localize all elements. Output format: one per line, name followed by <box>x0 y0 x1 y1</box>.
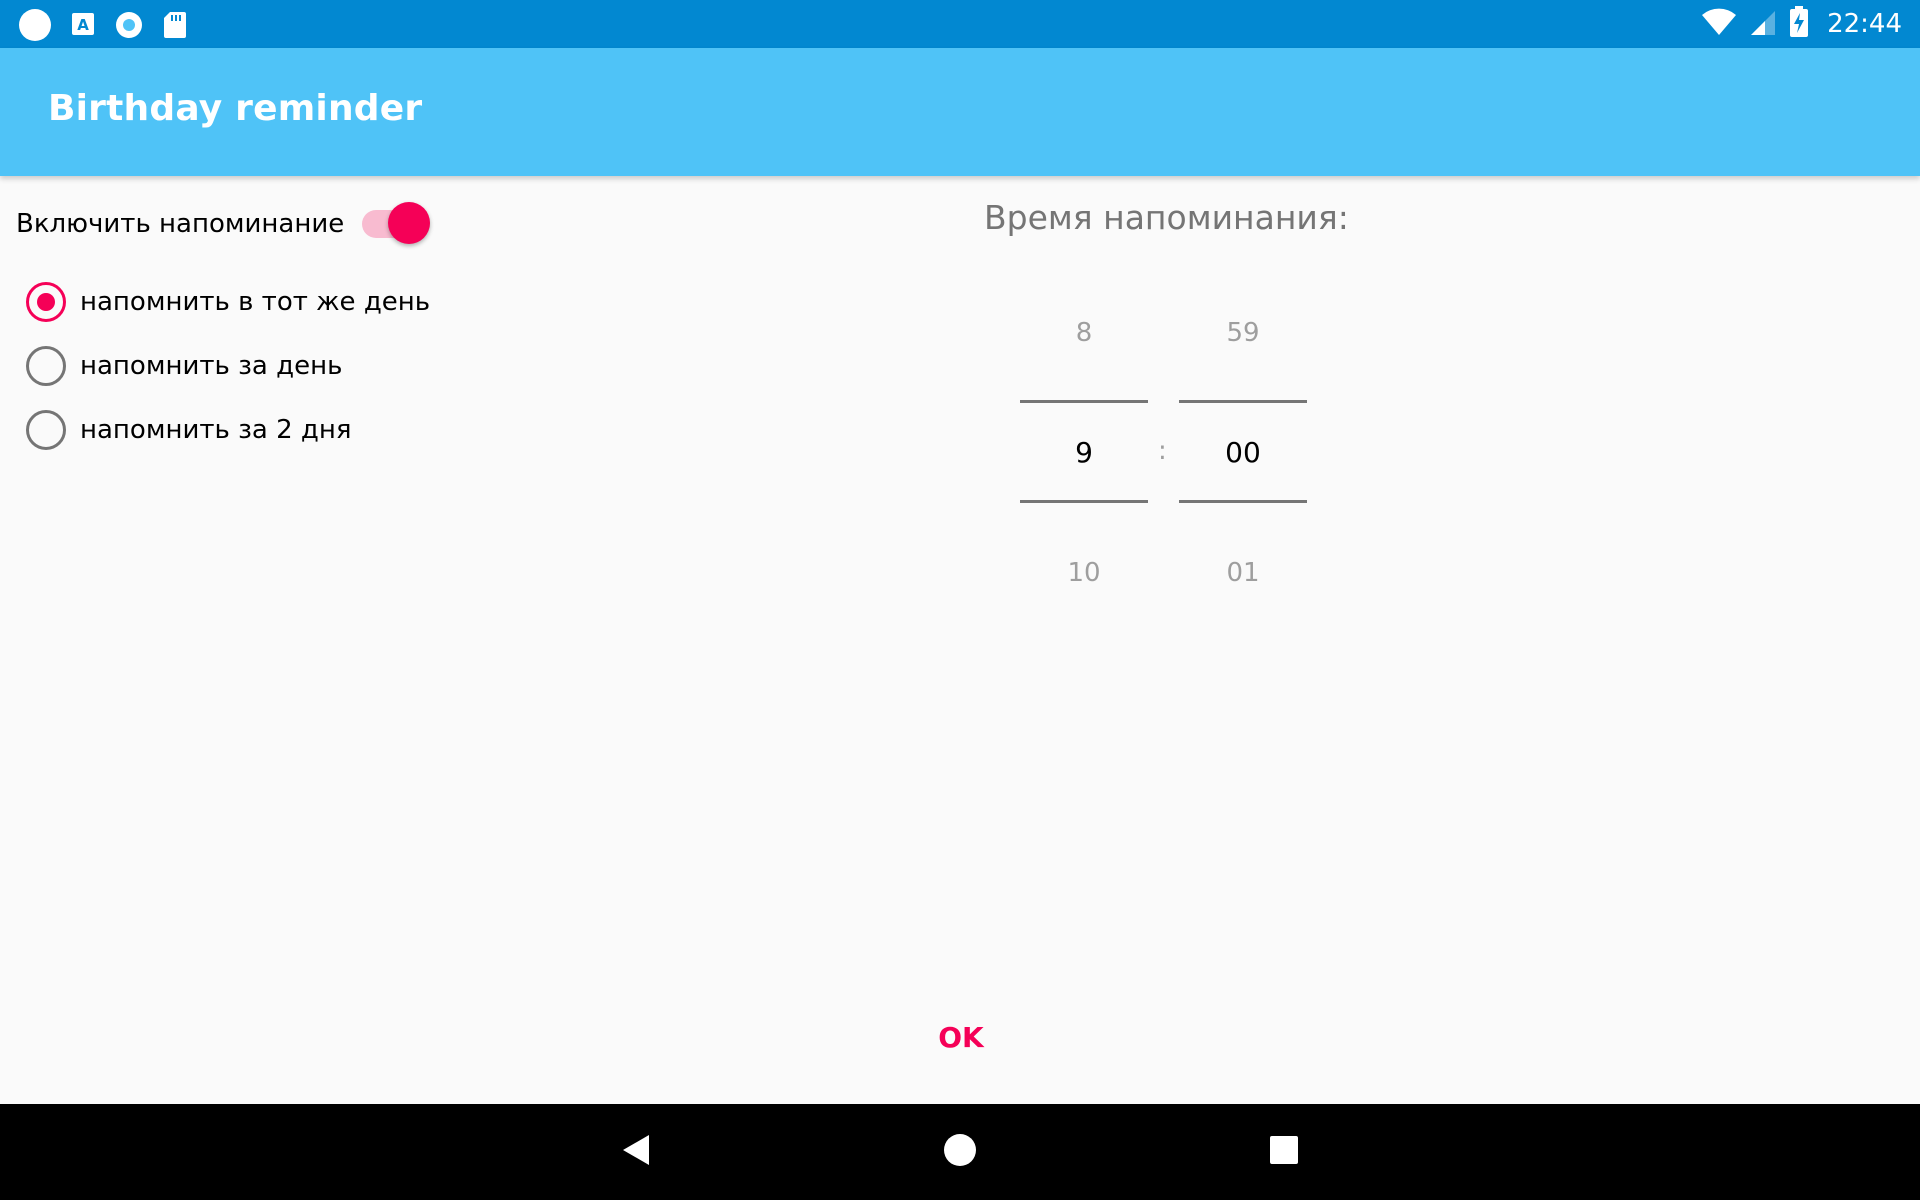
app-title: Birthday reminder <box>48 88 423 129</box>
hour-prev[interactable]: 8 <box>1020 318 1148 348</box>
radio-day-before[interactable]: напомнить за день <box>26 334 430 398</box>
minute-next[interactable]: 01 <box>1179 558 1307 588</box>
radio-button-checked[interactable] <box>26 282 66 322</box>
minute-current[interactable]: 00 <box>1179 436 1307 469</box>
minute-prev[interactable]: 59 <box>1179 318 1307 348</box>
notification-icons: A <box>18 8 188 46</box>
hour-divider-bottom <box>1020 500 1148 503</box>
home-icon <box>943 1133 977 1171</box>
back-icon <box>619 1133 653 1171</box>
circle-icon <box>18 8 52 46</box>
radio-same-day[interactable]: напомнить в тот же день <box>26 270 430 334</box>
main-content: Включить напоминание напомнить в тот же … <box>0 176 1920 1104</box>
app-bar: Birthday reminder <box>0 48 1920 176</box>
reminder-toggle-switch[interactable] <box>362 200 434 248</box>
home-button[interactable] <box>936 1128 984 1176</box>
radio-button[interactable] <box>26 346 66 386</box>
back-button[interactable] <box>612 1128 660 1176</box>
minute-divider-top <box>1179 400 1307 403</box>
reminder-toggle-row: Включить напоминание <box>16 200 434 248</box>
reminder-options: напомнить в тот же день напомнить за ден… <box>26 270 430 462</box>
wifi-icon <box>1701 7 1737 41</box>
minute-divider-bottom <box>1179 500 1307 503</box>
switch-thumb <box>388 202 431 244</box>
svg-text:A: A <box>77 16 89 34</box>
time-separator: : <box>1158 436 1167 466</box>
radio-button[interactable] <box>26 410 66 450</box>
ok-button[interactable]: OK <box>916 1014 1006 1062</box>
recents-icon <box>1268 1134 1300 1170</box>
radio-label: напомнить в тот же день <box>80 287 431 317</box>
system-icons: 22:44 <box>1701 6 1902 42</box>
radio-two-days-before[interactable]: напомнить за 2 дня <box>26 398 430 462</box>
radio-label: напомнить за день <box>80 351 343 381</box>
navigation-bar <box>0 1104 1920 1200</box>
reminder-toggle-label: Включить напоминание <box>16 209 345 239</box>
recents-button[interactable] <box>1260 1128 1308 1176</box>
sd-card-icon <box>162 10 188 44</box>
battery-charging-icon <box>1789 6 1809 42</box>
status-clock: 22:44 <box>1827 9 1902 39</box>
hour-current[interactable]: 9 <box>1020 436 1148 469</box>
hour-divider-top <box>1020 400 1148 403</box>
minute-picker[interactable]: 59 00 01 <box>1179 176 1307 636</box>
hour-next[interactable]: 10 <box>1020 558 1148 588</box>
status-bar: A 22:44 <box>0 0 1920 48</box>
radio-icon <box>114 10 144 44</box>
radio-label: напомнить за 2 дня <box>80 415 352 445</box>
app-a-icon: A <box>70 11 96 43</box>
hour-picker[interactable]: 8 9 10 <box>1020 176 1148 636</box>
signal-icon <box>1749 7 1777 41</box>
